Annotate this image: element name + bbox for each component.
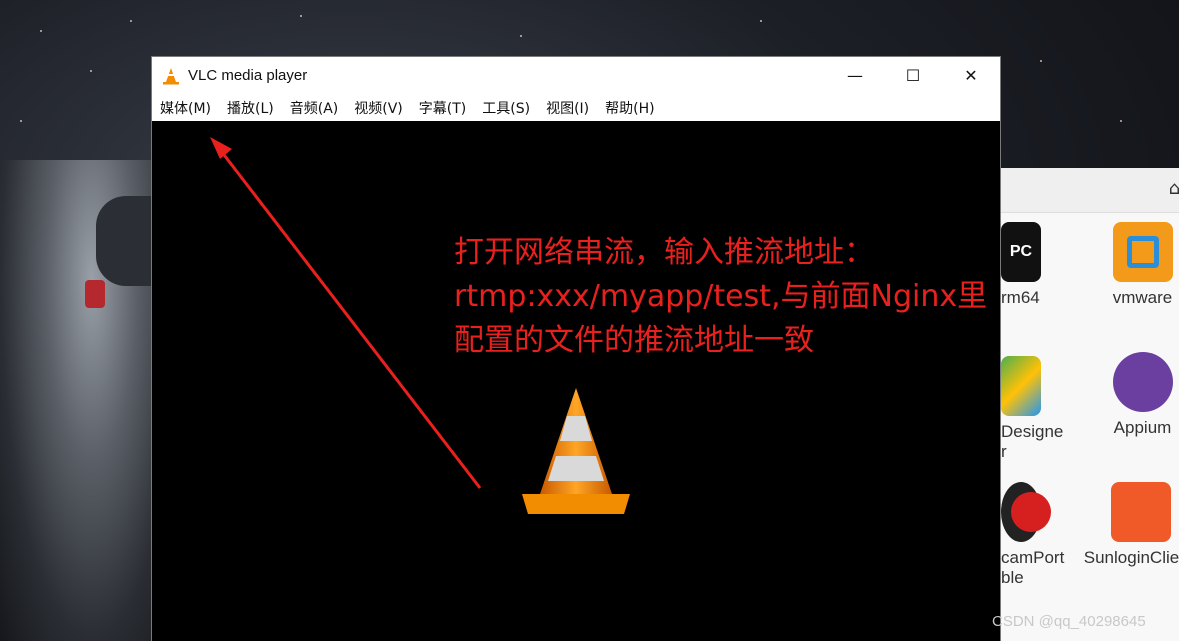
app-tile-sunlogin[interactable]: SunloginClie	[1083, 482, 1179, 568]
file-explorer-window: ⌂ PC rm64 vmware Designe r Appium camPor…	[1000, 168, 1179, 641]
menu-subtitle[interactable]: 字幕(T)	[419, 98, 466, 118]
app-tile-vmware[interactable]: vmware	[1105, 222, 1179, 308]
app-label: Designe r	[1001, 422, 1064, 461]
record-icon	[1001, 482, 1051, 542]
app-label: camPort ble	[1001, 548, 1065, 587]
video-area[interactable]: 打开网络串流，输入推流地址： rtmp:xxx/myapp/test,与前面Ng…	[152, 121, 1000, 641]
astronaut-red-patch	[85, 280, 105, 308]
app-label: Appium	[1113, 418, 1172, 437]
maximize-button[interactable]: ☐	[884, 57, 942, 94]
desktop-wallpaper-astronaut	[0, 160, 153, 641]
app-tile-camport[interactable]: camPort ble	[1001, 482, 1071, 588]
menu-bar: 媒体(M) 播放(L) 音频(A) 视频(V) 字幕(T) 工具(S) 视图(I…	[152, 94, 1000, 121]
app-tile-appium[interactable]: Appium	[1105, 352, 1179, 438]
vmware-icon	[1112, 222, 1173, 282]
menu-audio[interactable]: 音频(A)	[290, 98, 339, 118]
close-button[interactable]: ✕	[942, 57, 1000, 94]
menu-tools[interactable]: 工具(S)	[482, 98, 530, 118]
menu-media[interactable]: 媒体(M)	[160, 98, 211, 118]
home-icon[interactable]: ⌂	[1169, 178, 1179, 199]
vlc-cone-icon	[163, 67, 179, 84]
app-label: SunloginClie	[1083, 548, 1179, 567]
annotation-text: 打开网络串流，输入推流地址： rtmp:xxx/myapp/test,与前面Ng…	[454, 235, 988, 358]
sunlogin-icon	[1111, 482, 1171, 542]
explorer-toolbar: ⌂	[1001, 168, 1179, 213]
vlc-window: VLC media player — ☐ ✕ 媒体(M) 播放(L) 音频(A)…	[152, 57, 1000, 641]
menu-help[interactable]: 帮助(H)	[605, 98, 654, 118]
app-tile-designer[interactable]: Designe r	[1001, 356, 1071, 462]
menu-view[interactable]: 视图(I)	[546, 98, 589, 118]
vlc-titlebar[interactable]: VLC media player — ☐ ✕	[152, 57, 1000, 94]
astronaut-helmet	[96, 196, 152, 286]
annotation-arrow	[210, 137, 482, 489]
appium-icon	[1112, 352, 1173, 412]
app-label: vmware	[1112, 288, 1173, 307]
csdn-watermark: CSDN @qq_40298645	[992, 613, 1146, 630]
designer-icon	[1001, 356, 1041, 416]
window-title: VLC media player	[188, 67, 308, 84]
minimize-button[interactable]: —	[826, 57, 884, 94]
menu-video[interactable]: 视频(V)	[354, 98, 403, 118]
menu-playback[interactable]: 播放(L)	[227, 98, 274, 118]
